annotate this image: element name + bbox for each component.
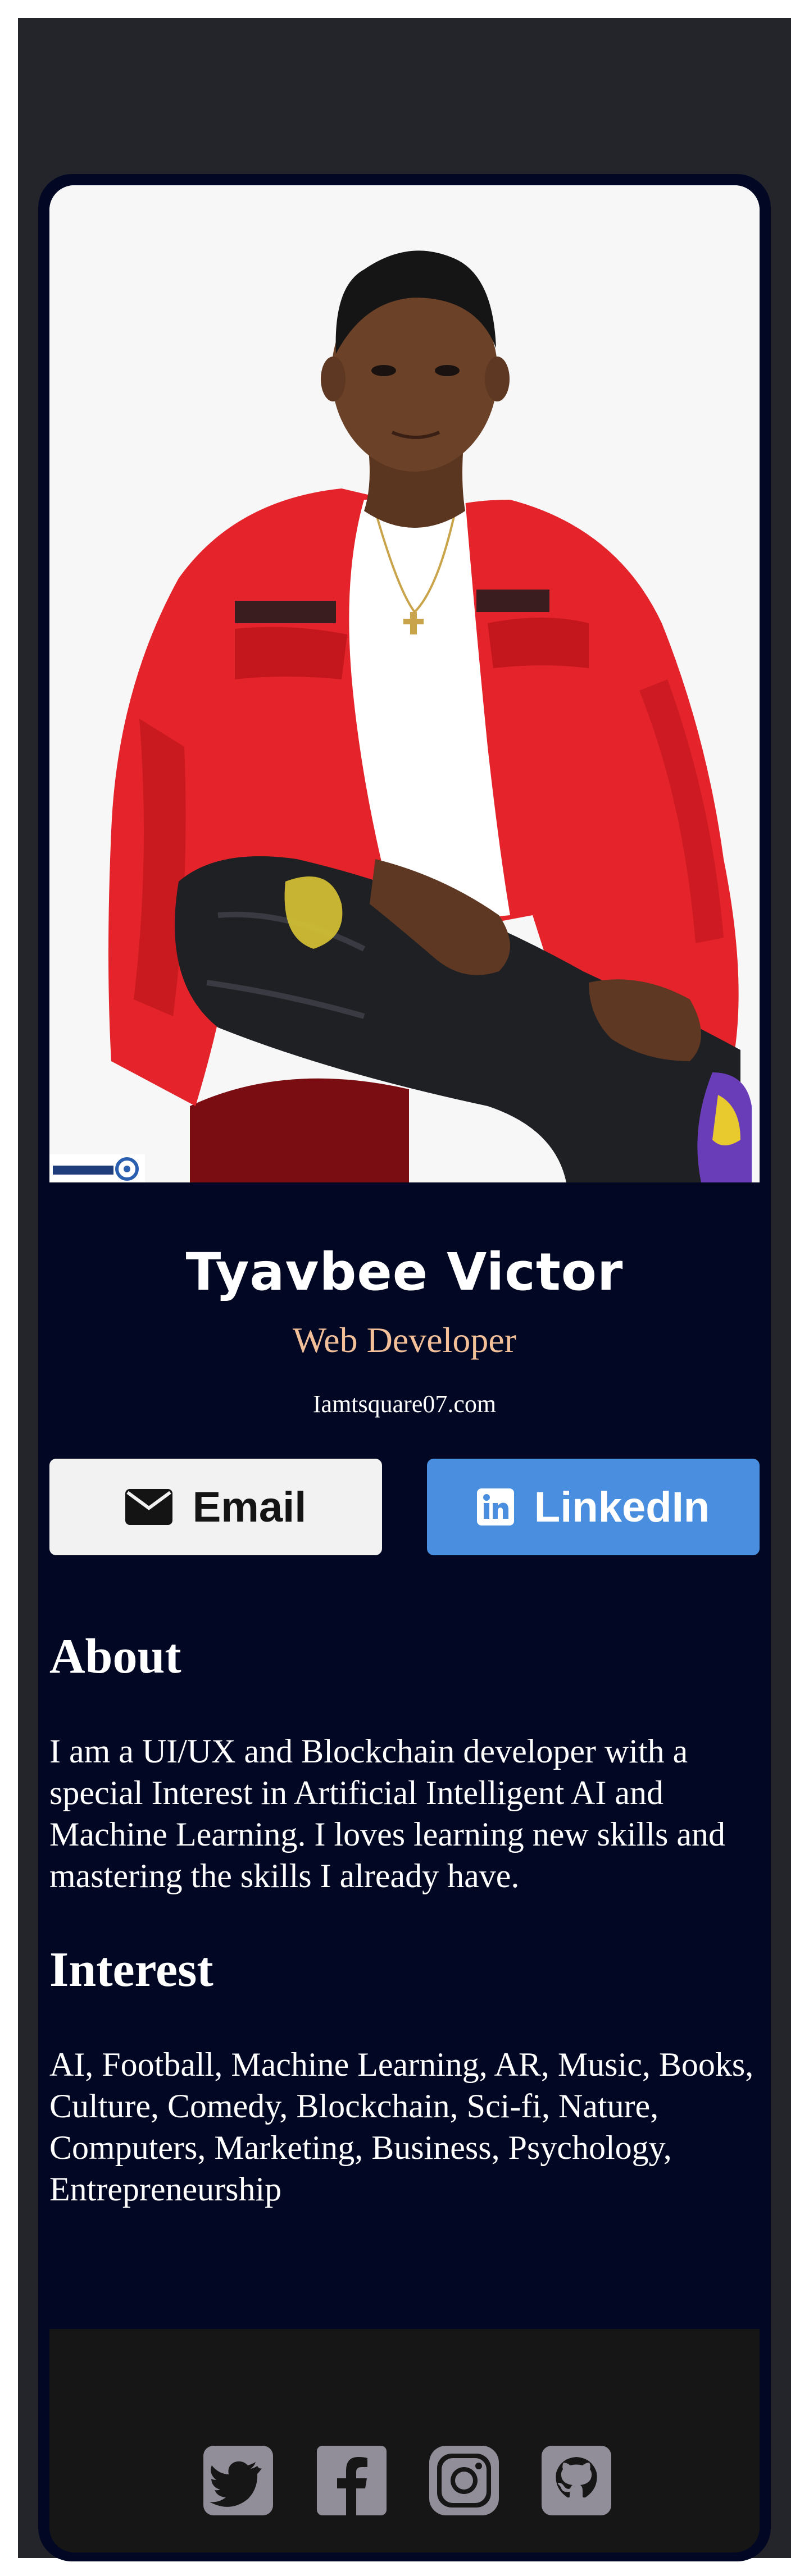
profile-role: Web Developer	[292, 1320, 517, 1360]
about-heading: About	[49, 1629, 181, 1684]
about-text: I am a UI/UX and Blockchain developer wi…	[49, 1733, 725, 1894]
email-button[interactable]: Email	[49, 1459, 382, 1555]
linkedin-button[interactable]: LinkedIn	[427, 1459, 760, 1555]
linkedin-button-label: LinkedIn	[534, 1483, 710, 1531]
interest-text: AI, Football, Machine Learning, AR, Musi…	[49, 2046, 754, 2208]
instagram-icon[interactable]	[429, 2446, 499, 2515]
website-link[interactable]: Iamtsquare07.com	[38, 1390, 771, 1418]
email-button-label: Email	[192, 1483, 307, 1531]
github-icon[interactable]	[542, 2446, 611, 2515]
profile-card: Tyavbee Victor Web Developer Iamtsquare0…	[38, 174, 771, 2561]
social-footer	[49, 2329, 760, 2552]
interest-heading: Interest	[49, 1943, 213, 1997]
envelope-icon	[125, 1489, 172, 1525]
linkedin-icon	[476, 1488, 514, 1525]
facebook-icon[interactable]	[317, 2446, 387, 2515]
profile-name: Tyavbee Victor	[185, 1242, 624, 1302]
profile-photo	[49, 185, 760, 1182]
twitter-icon[interactable]	[203, 2446, 273, 2515]
